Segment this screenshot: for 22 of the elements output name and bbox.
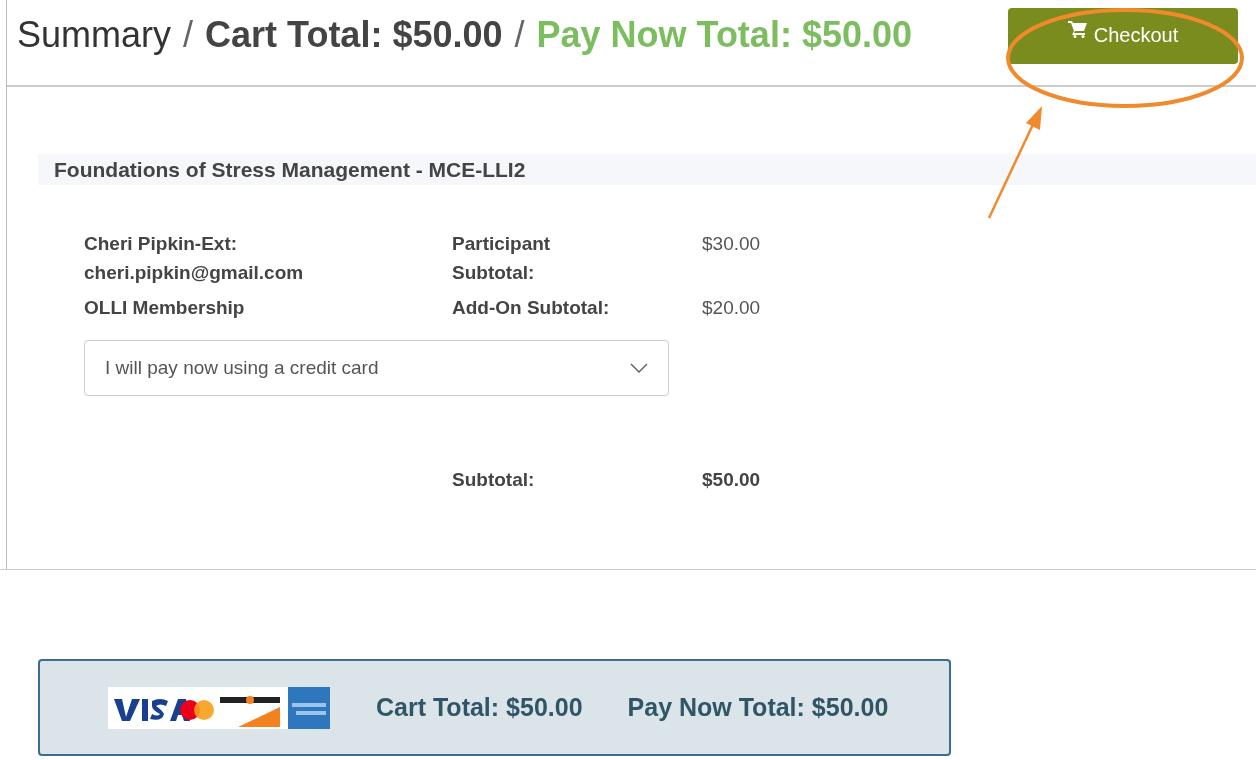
cart-total-heading: Cart Total: $50.00	[205, 13, 503, 57]
participant-email: cheri.pipkin@gmail.com	[84, 261, 305, 285]
subtotal-label: Subtotal:	[452, 468, 536, 492]
payment-select[interactable]: I will pay now using a credit card	[84, 340, 669, 396]
pay-now-total: Pay Now Total: $50.00	[627, 691, 889, 723]
checkout-button[interactable]: Checkout	[1008, 8, 1238, 64]
pay-now-total-heading: Pay Now Total: $50.00	[536, 13, 912, 57]
cart-icon	[1067, 20, 1088, 38]
item-name: Cheri Pipkin-Ext:	[84, 232, 239, 256]
title-separator: /	[514, 13, 525, 57]
item-label: Subtotal:	[452, 261, 536, 285]
item-amount: $30.00	[702, 232, 762, 256]
course-title: Foundations of Stress Management - MCE-LLI2	[38, 154, 1256, 185]
cart-total: Cart Total: $50.00	[376, 691, 583, 723]
title-separator: /	[183, 13, 194, 57]
item-name: OLLI Membership	[84, 296, 246, 320]
chevron-down-icon	[630, 363, 648, 373]
item-label: Participant	[452, 232, 552, 256]
item-amount: $20.00	[702, 296, 762, 320]
subtotal-amount: $50.00	[702, 468, 762, 492]
item-label: Add-On Subtotal:	[452, 296, 611, 320]
summary-title: Summary	[17, 13, 172, 57]
